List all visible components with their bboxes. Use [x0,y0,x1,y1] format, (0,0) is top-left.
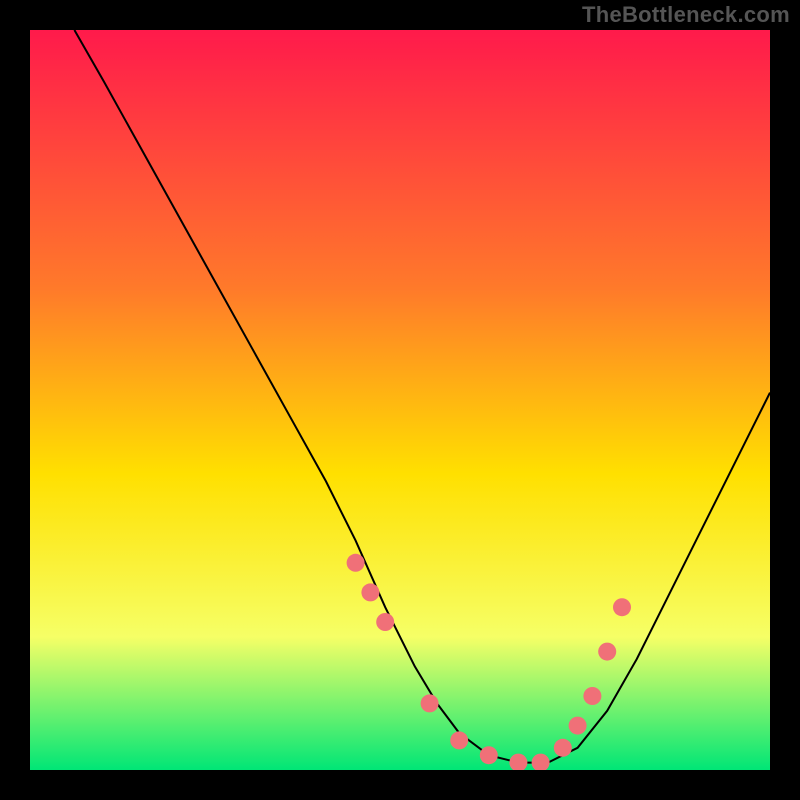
plot-area [30,30,770,770]
curve-marker [450,731,468,749]
curve-marker [421,694,439,712]
curve-marker [598,643,616,661]
curve-marker [613,598,631,616]
watermark-label: TheBottleneck.com [582,2,790,28]
curve-marker [347,554,365,572]
curve-marker [583,687,601,705]
chart-card: TheBottleneck.com [0,0,800,800]
curve-marker [480,746,498,764]
curve-marker [569,717,587,735]
curve-marker [554,739,572,757]
curve-marker [361,583,379,601]
gradient-background [30,30,770,770]
curve-marker [376,613,394,631]
chart-svg [30,30,770,770]
